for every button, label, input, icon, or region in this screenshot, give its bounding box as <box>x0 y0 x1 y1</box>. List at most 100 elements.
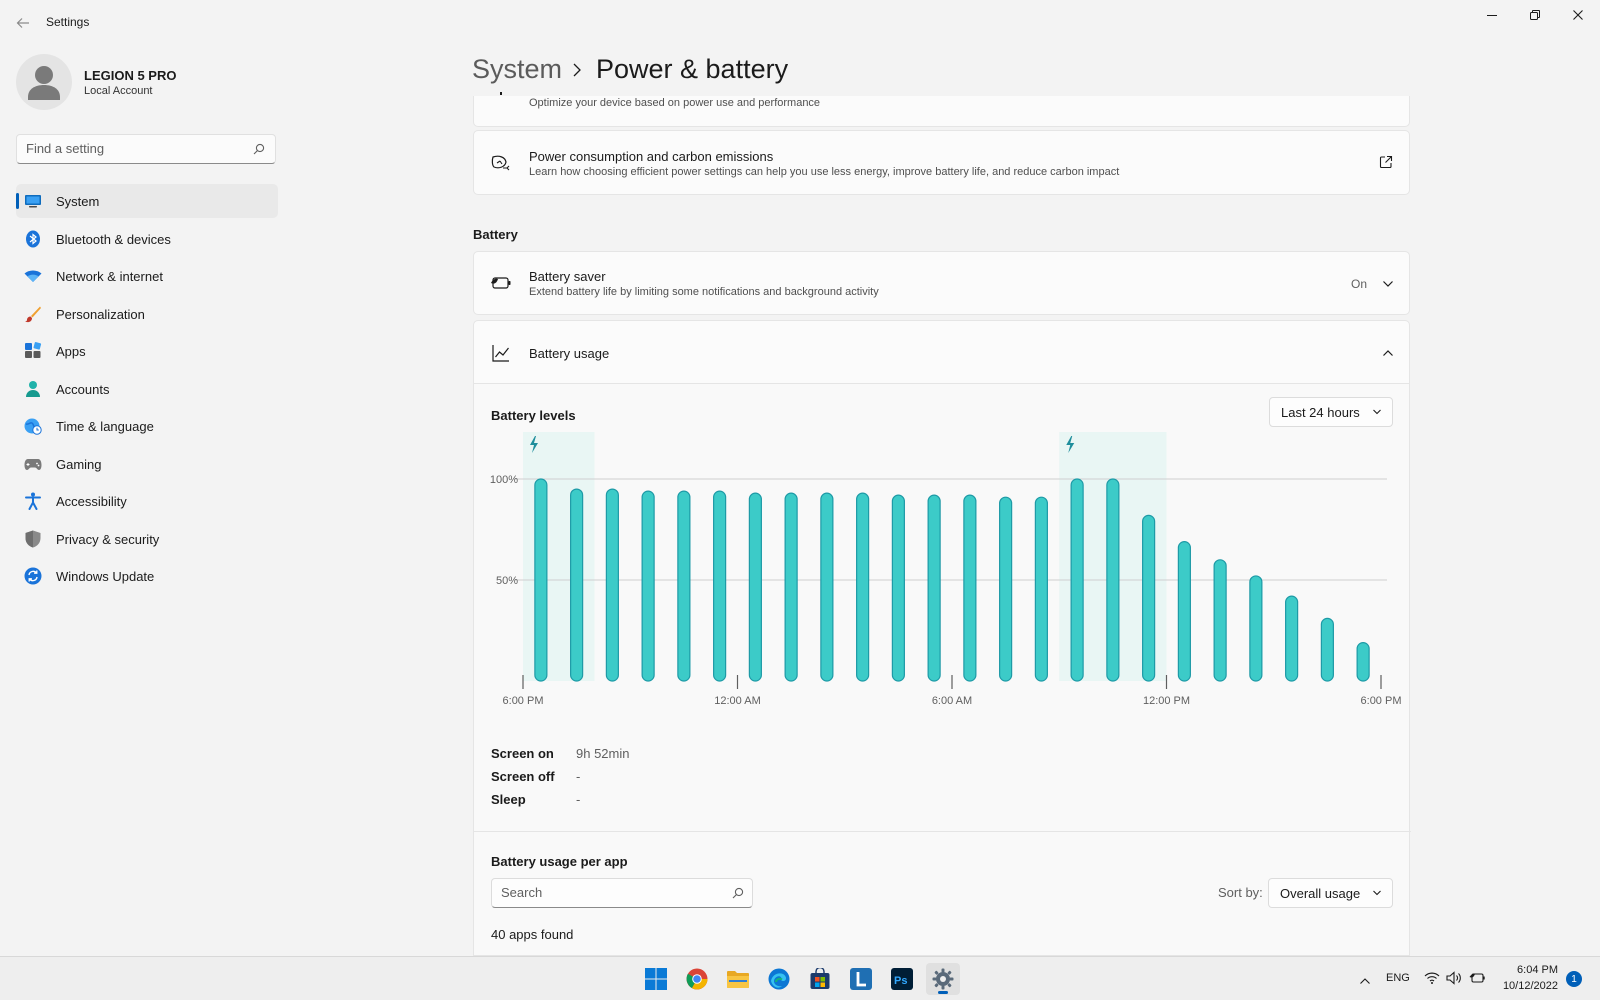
taskbar-edge[interactable] <box>762 963 796 995</box>
sidebar-item-accounts[interactable]: Accounts <box>16 372 278 406</box>
edge-icon <box>768 968 790 990</box>
battery-level-bar[interactable] <box>1034 496 1048 682</box>
battery-usage-card[interactable]: Battery usage <box>473 320 1410 384</box>
sidebar-item-label: Privacy & security <box>56 531 160 547</box>
battery-level-bar[interactable] <box>1070 478 1084 682</box>
app-search-input[interactable] <box>501 885 721 900</box>
battery-level-bar[interactable] <box>570 488 584 682</box>
sleep-label: Sleep <box>491 792 526 807</box>
clock-time[interactable]: 6:04 PM <box>1504 964 1558 976</box>
clock-date[interactable]: 10/12/2022 <box>1500 980 1558 992</box>
sidebar-item-personalization[interactable]: Personalization <box>16 297 278 331</box>
carbon-card-description: Learn how choosing efficient power setti… <box>529 166 1120 178</box>
battery-level-bar[interactable] <box>605 488 619 682</box>
battery-level-bar[interactable] <box>999 496 1013 682</box>
external-link-icon[interactable] <box>1379 155 1393 174</box>
shield-icon <box>24 530 42 548</box>
back-button[interactable] <box>12 12 34 34</box>
battery-level-bar[interactable] <box>677 490 691 682</box>
wifi-icon[interactable] <box>1424 971 1440 990</box>
battery-level-bar[interactable] <box>1285 595 1299 682</box>
globe-clock-icon <box>24 417 42 435</box>
update-icon <box>24 567 42 585</box>
sort-by-dropdown[interactable]: Overall usage <box>1268 878 1393 908</box>
battery-level-bar[interactable] <box>891 494 905 682</box>
settings-search[interactable] <box>16 134 276 164</box>
page-title: Power & battery <box>596 54 789 84</box>
battery-usage-panel: Battery levels Last 24 hours 100% 50% 6:0… <box>473 384 1411 956</box>
search-icon <box>253 143 265 155</box>
screen-off-value: - <box>576 769 581 784</box>
sidebar-item-network[interactable]: Network & internet <box>16 259 278 293</box>
close-button[interactable] <box>1557 0 1599 30</box>
breadcrumb-parent[interactable]: System <box>472 54 562 85</box>
chevron-up-icon[interactable] <box>1382 346 1394 364</box>
battery-level-bar[interactable] <box>856 492 870 682</box>
time-range-dropdown[interactable]: Last 24 hours <box>1269 397 1393 427</box>
restore-button[interactable] <box>1514 0 1556 30</box>
tray-chevron-up-icon[interactable] <box>1359 973 1371 991</box>
section-divider <box>474 831 1411 832</box>
sidebar-item-label: Accessibility <box>56 494 127 509</box>
screen-on-value: 9h 52min <box>576 746 630 761</box>
file-explorer-icon <box>727 971 749 988</box>
x-tick-label: 12:00 PM <box>1143 695 1190 707</box>
battery-saver-icon <box>490 272 512 294</box>
battery-level-bar[interactable] <box>748 492 762 682</box>
sidebar-item-apps[interactable]: Apps <box>16 334 278 368</box>
battery-level-bar[interactable] <box>1320 617 1334 682</box>
minimize-button[interactable] <box>1471 0 1513 30</box>
battery-level-bar[interactable] <box>784 492 798 682</box>
battery-level-bar[interactable] <box>713 490 727 682</box>
chevron-down-icon[interactable] <box>1382 277 1394 295</box>
taskbar-photoshop[interactable]: Ps <box>885 963 919 995</box>
volume-icon[interactable] <box>1446 971 1462 990</box>
sidebar-item-windows-update[interactable]: Windows Update <box>16 559 278 593</box>
gamepad-icon <box>24 455 42 473</box>
sidebar-item-bluetooth[interactable]: Bluetooth & devices <box>16 222 278 256</box>
carbon-emissions-card[interactable]: Power consumption and carbon emissions L… <box>473 130 1410 195</box>
battery-level-bar[interactable] <box>927 494 941 682</box>
battery-level-bar[interactable] <box>963 494 977 682</box>
sidebar-item-label: Gaming <box>56 456 102 472</box>
avatar[interactable] <box>16 54 72 110</box>
start-button[interactable] <box>639 963 673 995</box>
search-input[interactable] <box>26 141 246 156</box>
power-mode-card[interactable]: Optimize your device based on power use … <box>473 92 1410 127</box>
sidebar-item-accessibility[interactable]: Accessibility <box>16 484 278 518</box>
x-tick-label: 12:00 AM <box>714 695 760 707</box>
battery-level-bar[interactable] <box>1249 575 1263 682</box>
taskbar-file-explorer[interactable] <box>721 963 755 995</box>
sidebar-item-privacy-security[interactable]: Privacy & security <box>16 522 278 556</box>
battery-icon[interactable] <box>1469 971 1485 990</box>
battery-level-bar[interactable] <box>1213 559 1227 682</box>
notification-badge[interactable]: 1 <box>1566 971 1582 987</box>
close-icon <box>1573 10 1583 20</box>
taskbar-settings[interactable] <box>926 963 960 995</box>
battery-level-bar[interactable] <box>1177 541 1191 682</box>
battery-level-bar[interactable] <box>1106 478 1120 682</box>
bluetooth-icon <box>24 230 42 248</box>
taskbar-store[interactable] <box>803 963 837 995</box>
apps-found-count: 40 apps found <box>491 927 574 942</box>
sidebar-item-label: Apps <box>56 344 86 359</box>
sidebar-item-time-language[interactable]: Time & language <box>16 409 278 443</box>
photoshop-icon: Ps <box>891 968 913 990</box>
language-indicator[interactable]: ENG <box>1386 972 1410 984</box>
per-app-search[interactable] <box>491 878 753 908</box>
sidebar-item-system[interactable]: System <box>16 184 278 218</box>
sidebar-item-gaming[interactable]: Gaming <box>16 447 278 481</box>
battery-saver-card[interactable]: Battery saver Extend battery life by lim… <box>473 251 1410 315</box>
battery-level-bar[interactable] <box>641 490 655 682</box>
battery-level-bar[interactable] <box>1142 514 1156 682</box>
sidebar-item-label: Network & internet <box>56 269 163 284</box>
battery-level-bar[interactable] <box>534 478 548 682</box>
chevron-down-icon <box>1373 890 1381 896</box>
taskbar-chrome[interactable] <box>680 963 714 995</box>
battery-level-bar[interactable] <box>820 492 834 682</box>
battery-levels-title: Battery levels <box>491 408 576 423</box>
taskbar-l-app[interactable] <box>844 963 878 995</box>
taskbar: Ps ENG 6:04 PM 10/12/2022 1 <box>0 956 1600 1000</box>
battery-level-bar[interactable] <box>1356 642 1370 682</box>
settings-icon <box>932 968 954 990</box>
